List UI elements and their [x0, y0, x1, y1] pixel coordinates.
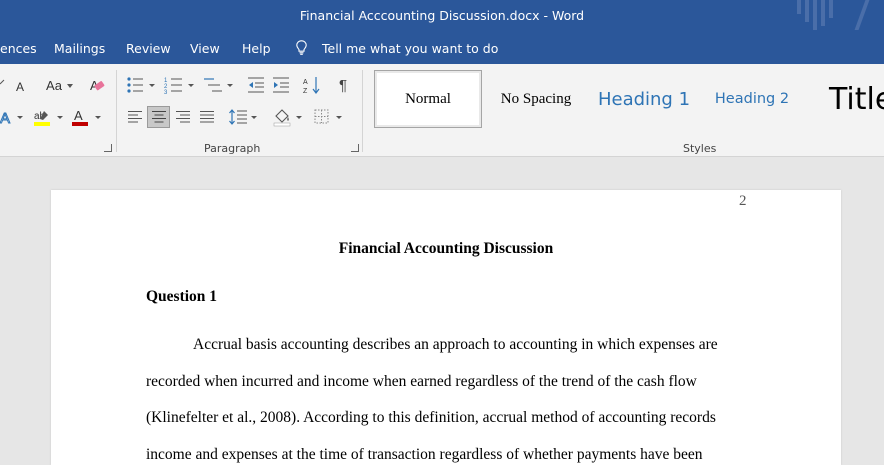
multilevel-list-button[interactable]: [202, 74, 238, 96]
title-decoration: [805, 0, 809, 22]
style-title[interactable]: Title: [814, 70, 884, 128]
align-right-icon: [176, 111, 190, 123]
svg-text:A: A: [303, 79, 308, 86]
font-color-icon: A: [72, 108, 101, 126]
align-left-button[interactable]: [124, 106, 146, 128]
increase-indent-button[interactable]: [271, 74, 291, 96]
style-normal-label: Normal: [405, 90, 451, 107]
menu-bar: ences Mailings Review View Help Tell me …: [0, 33, 884, 64]
svg-text:Z: Z: [303, 88, 308, 95]
tab-references[interactable]: ences: [0, 41, 37, 56]
font-color-button[interactable]: A: [70, 106, 104, 128]
paint-bucket-icon: [273, 109, 302, 127]
pilcrow-icon: ¶: [338, 76, 348, 94]
clear-formatting-button[interactable]: A: [86, 74, 108, 96]
justify-icon: [200, 111, 214, 123]
paragraph-line: income and expenses at the time of trans…: [146, 446, 703, 463]
borders-button[interactable]: [312, 106, 346, 128]
lightbulb-icon: [296, 40, 307, 55]
question-heading: Question 1: [146, 288, 218, 305]
increase-indent-icon: [273, 77, 289, 93]
tab-mailings[interactable]: Mailings: [54, 41, 105, 56]
decrease-indent-icon: [248, 77, 264, 93]
highlight-color-button[interactable]: ab: [32, 106, 66, 128]
window-title: Financial Acccounting Discussion.docx - …: [299, 8, 585, 23]
svg-text:A: A: [16, 80, 24, 94]
style-heading-1-label: Heading 1: [597, 88, 691, 110]
tab-review[interactable]: Review: [126, 41, 171, 56]
align-right-button[interactable]: [172, 106, 194, 128]
style-normal[interactable]: Normal: [374, 70, 482, 128]
style-heading-2-label: Heading 2: [714, 91, 790, 107]
title-bar: Financial Acccounting Discussion.docx - …: [0, 0, 884, 33]
chevron-down-icon: [67, 84, 73, 88]
line-spacing-icon: [229, 109, 257, 125]
text-effects-button[interactable]: A: [0, 106, 26, 128]
align-left-icon: [128, 111, 142, 123]
page-number: 2: [739, 193, 747, 209]
align-center-icon: [151, 111, 166, 123]
align-center-button[interactable]: [147, 106, 170, 128]
clear-formatting-icon: A: [90, 78, 105, 93]
paragraph-line: Accrual basis accounting describes an ap…: [193, 336, 718, 353]
group-separator: [362, 70, 363, 152]
style-heading-1[interactable]: Heading 1: [592, 70, 696, 128]
tab-view[interactable]: View: [190, 41, 220, 56]
document-page[interactable]: 2 Financial Accounting Discussion Questi…: [51, 190, 841, 465]
sort-icon: A Z: [303, 77, 320, 95]
style-title-label: Title: [829, 81, 884, 117]
paragraph-group-label: Paragraph: [204, 142, 261, 155]
title-decoration: [797, 0, 801, 14]
paragraph-line: recorded when incurred and income when e…: [146, 373, 697, 390]
line-spacing-button[interactable]: [228, 106, 262, 128]
svg-text:3: 3: [164, 90, 168, 95]
style-no-spacing-label: No Spacing: [500, 90, 572, 107]
document-title: Financial Accounting Discussion: [338, 240, 554, 257]
ribbon: A Aa A A ab A 1 2 3 A Z ¶ Paragraph Norm…: [0, 64, 884, 157]
group-separator: [116, 70, 117, 152]
numbered-list-icon: 1 2 3: [164, 78, 194, 95]
bullet-list-icon: [127, 77, 155, 93]
title-decoration: [829, 0, 833, 18]
bullets-button[interactable]: [124, 74, 160, 96]
svg-text:A: A: [0, 110, 10, 127]
decrease-indent-button[interactable]: [246, 74, 266, 96]
svg-text:A: A: [74, 108, 83, 123]
sort-button[interactable]: A Z: [302, 74, 322, 96]
highlighter-icon: ab: [34, 111, 63, 126]
borders-icon: [314, 109, 342, 124]
tell-me-search[interactable]: Tell me what you want to do: [322, 41, 498, 56]
title-decoration: [813, 0, 817, 30]
tab-help[interactable]: Help: [242, 41, 271, 56]
style-no-spacing[interactable]: No Spacing: [488, 70, 584, 128]
multilevel-list-icon: [204, 78, 233, 92]
show-formatting-button[interactable]: ¶: [333, 74, 353, 96]
justify-button[interactable]: [196, 106, 218, 128]
paragraph-dialog-launcher[interactable]: [351, 144, 359, 152]
text-effects-icon: A: [0, 110, 23, 127]
shading-button[interactable]: [272, 106, 306, 128]
font-size-icon: A: [0, 79, 24, 94]
paragraph-line: (Klinefelter et al., 2008). According to…: [146, 409, 716, 426]
title-decoration: [821, 0, 825, 26]
styles-group-label: Styles: [683, 142, 717, 155]
style-heading-2[interactable]: Heading 2: [706, 70, 798, 128]
numbering-button[interactable]: 1 2 3: [163, 74, 199, 96]
change-case-button[interactable]: Aa: [40, 74, 76, 96]
change-case-label: Aa: [46, 77, 62, 93]
font-dialog-launcher[interactable]: [104, 144, 112, 152]
shrink-font-button[interactable]: A: [0, 74, 30, 96]
